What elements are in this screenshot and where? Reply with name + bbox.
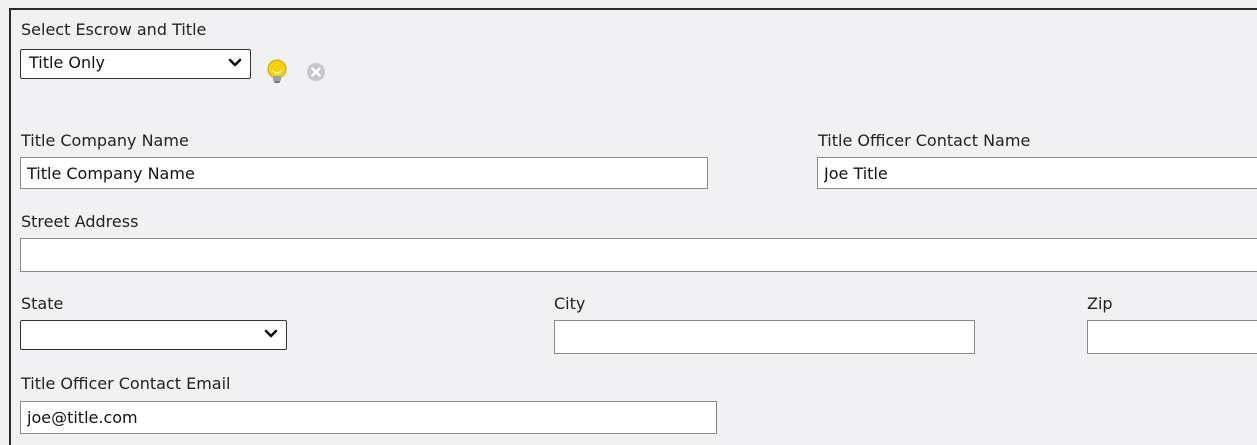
zip-input[interactable]	[1087, 320, 1257, 354]
escrow-title-label: Select Escrow and Title	[21, 20, 207, 39]
title-officer-input[interactable]	[817, 157, 1257, 189]
lightbulb-icon[interactable]	[264, 58, 290, 86]
state-label: State	[21, 294, 64, 313]
city-label: City	[554, 294, 586, 313]
escrow-title-select[interactable]: Title Only	[20, 49, 251, 79]
chevron-down-icon	[264, 329, 278, 338]
zip-label: Zip	[1087, 294, 1113, 313]
state-select[interactable]	[20, 320, 287, 350]
street-address-label: Street Address	[21, 212, 139, 231]
clear-circle-icon[interactable]	[306, 62, 326, 82]
title-officer-email-label: Title Officer Contact Email	[21, 374, 231, 393]
title-company-input[interactable]	[20, 157, 708, 189]
chevron-down-icon	[228, 58, 242, 67]
city-input[interactable]	[554, 320, 975, 354]
title-officer-email-input[interactable]	[20, 401, 717, 434]
title-company-label: Title Company Name	[21, 131, 189, 150]
street-address-input[interactable]	[20, 238, 1257, 272]
escrow-title-selected-value: Title Only	[29, 53, 106, 72]
title-officer-label: Title Officer Contact Name	[818, 131, 1031, 150]
